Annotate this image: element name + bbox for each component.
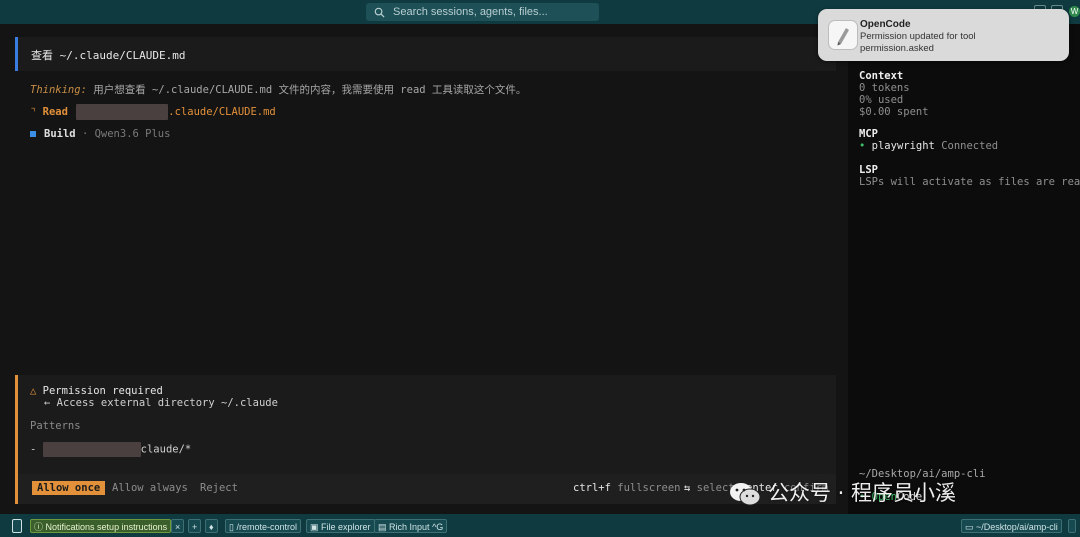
allow-once-button[interactable]: Allow once [32,481,106,495]
build-line: Build · Qwen3.6 Plus [30,128,170,140]
read-marker-icon: ⌝ [30,106,37,118]
user-prompt: 查看 ~/.claude/CLAUDE.md [15,37,836,71]
thinking-label: Thinking: [30,84,87,96]
rich-input-chip[interactable]: ▤ Rich Input ^G [374,519,448,533]
new-tab-button[interactable]: + [188,519,202,533]
context-used: 0% used [859,94,904,106]
search-placeholder: Search sessions, agents, files... [393,6,548,18]
warning-icon: △ [30,385,37,397]
read-path: .claude/CLAUDE.md [168,106,276,118]
file-explorer-chip[interactable]: ▣ File explorer [306,519,375,533]
context-tokens: 0 tokens [859,82,910,94]
allow-always-button[interactable]: Allow always [112,481,188,495]
patterns-label: Patterns [30,420,81,432]
notifications-setup-chip[interactable]: ⓘ Notifications setup instructions [30,519,172,533]
status-bar: ⓘ Notifications setup instructions × + ♦… [0,514,1080,537]
context-spent: $0.00 spent [859,106,929,118]
build-label: Build [44,128,76,140]
avatar[interactable]: W [1069,6,1080,17]
thinking-text: 用户想查看 ~/.claude/CLAUDE.md 文件的内容，我需要使用 re… [93,84,527,96]
arrow-left-icon: ← [44,397,51,409]
prompt-text: 查看 ~/.claude/CLAUDE.md [31,49,186,62]
context-heading: Context [859,70,904,82]
read-tool-line: ⌝ Read .claude/CLAUDE.md [30,104,276,120]
system-notification[interactable]: OpenCode Permission updated for tool per… [818,9,1069,61]
mic-icon[interactable]: ♦ [205,519,218,533]
build-square-icon [30,131,36,137]
model-name: Qwen3.6 Plus [94,128,171,140]
sidebar: Context 0 tokens 0% used $0.00 spent MCP… [848,24,1080,514]
read-label: Read [42,106,68,118]
remote-control-chip[interactable]: ▯ /remote-control [225,519,301,533]
shortcut-fullscreen: ctrl+f fullscreen [573,482,681,494]
permission-panel: △ Permission required ← Access external … [15,375,836,504]
notification-title: OpenCode [860,19,911,30]
close-chip-button[interactable]: × [171,519,185,533]
permission-title: Permission required [42,385,163,397]
pattern-item: - claude/* [30,442,191,457]
reject-button[interactable]: Reject [200,481,238,495]
permission-actions: Allow once Allow always Reject ctrl+f fu… [18,474,836,504]
redacted-path [76,104,169,120]
cwd-chip[interactable]: ▭ ~/Desktop/ai/amp-cli [961,519,1062,533]
build-separator: · [81,128,89,140]
mcp-server-row: • playwright Connected [859,140,998,152]
info-icon: ⓘ [34,522,44,532]
wechat-logo-icon [730,483,761,506]
search-icon [374,7,385,18]
lsp-text: LSPs will activate as files are read [859,176,1080,188]
permission-title-row: △ Permission required [30,385,163,397]
lsp-heading: LSP [859,164,878,176]
sidebar-toggle-icon[interactable] [1068,519,1076,533]
search-bar[interactable]: Search sessions, agents, files... [366,3,599,21]
watermark: 公众号 · 程序员小溪 [728,477,956,507]
mcp-server-name: playwright [871,140,935,152]
mcp-heading: MCP [859,128,878,140]
redacted-pattern [42,442,141,457]
session-pane: 查看 ~/.claude/CLAUDE.md Thinking: 用户想查看 ~… [0,24,848,514]
mcp-server-status: Connected [941,140,999,152]
shortcut-select: ⇆ select [684,482,735,494]
panel-toggle-icon[interactable] [12,519,22,533]
status-dot-icon: • [859,140,866,152]
watermark-text: 公众号 · 程序员小溪 [768,481,957,505]
pattern-dash: - [30,443,37,456]
permission-subtitle-row: ← Access external directory ~/.claude [44,397,278,409]
pattern-text: claude/* [140,443,192,456]
app-icon [828,20,858,50]
permission-subtitle: Access external directory ~/.claude [56,397,278,409]
thinking-line: Thinking: 用户想查看 ~/.claude/CLAUDE.md 文件的内… [30,82,526,97]
notification-body: Permission updated for tool permission.a… [860,31,976,54]
